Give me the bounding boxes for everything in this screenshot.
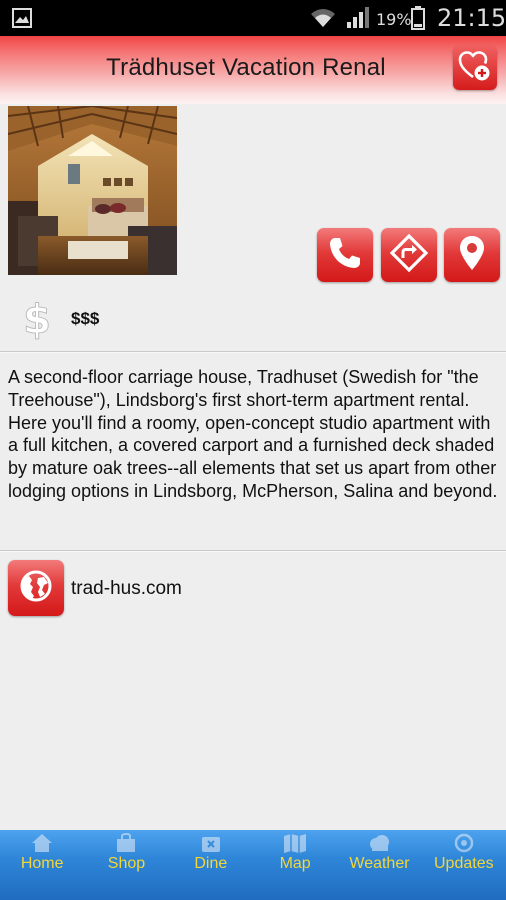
nav-home[interactable]: Home — [0, 830, 84, 900]
listing-description: A second-floor carriage house, Tradhuset… — [8, 367, 498, 501]
website-link[interactable]: trad-hus.com — [71, 578, 182, 600]
globe-icon — [18, 568, 54, 609]
nav-shop[interactable]: Shop — [84, 830, 168, 900]
battery-icon — [411, 6, 425, 35]
updates-icon — [454, 833, 474, 853]
dine-icon — [201, 837, 220, 852]
dollar-icon: $ — [20, 296, 54, 345]
nav-map[interactable]: Map — [253, 830, 337, 900]
battery-percent: 19% — [376, 10, 412, 29]
nav-dine[interactable]: Dine — [169, 830, 253, 900]
status-bar: 19% 21:15 — [0, 0, 506, 36]
signal-icon — [346, 7, 370, 34]
phone-icon — [327, 235, 363, 276]
nav-label: Updates — [434, 855, 494, 872]
wifi-icon — [310, 6, 336, 33]
call-button[interactable] — [317, 228, 373, 282]
add-favorite-button[interactable] — [453, 46, 497, 90]
website-button[interactable] — [8, 560, 64, 616]
directions-icon — [389, 233, 429, 278]
map-pin-icon — [457, 234, 487, 277]
nav-label: Home — [20, 855, 64, 872]
weather-icon — [370, 835, 390, 851]
directions-button[interactable] — [381, 228, 437, 282]
clock: 21:15 — [437, 4, 506, 32]
page-title: Trädhuset Vacation Renal — [106, 54, 386, 81]
price-level: $$$ — [71, 309, 100, 328]
nav-label: Weather — [349, 855, 410, 872]
app-header: Trädhuset Vacation Renal — [0, 36, 506, 104]
shop-icon — [117, 833, 136, 852]
nav-label: Shop — [107, 855, 146, 872]
map-icon — [284, 834, 307, 853]
nav-weather[interactable]: Weather — [337, 830, 421, 900]
map-location-button[interactable] — [444, 228, 500, 282]
nav-label: Dine — [194, 855, 228, 872]
nav-updates[interactable]: Updates — [422, 830, 506, 900]
svg-text:$: $ — [23, 297, 51, 340]
nav-label: Map — [279, 855, 311, 872]
divider — [0, 550, 506, 552]
bottom-nav: Home Shop Dine Map Weather Updates — [0, 830, 506, 900]
heart-plus-icon — [458, 49, 492, 88]
home-icon — [32, 834, 53, 852]
image-icon — [12, 8, 32, 33]
listing-photo — [8, 106, 177, 275]
divider — [0, 351, 506, 353]
